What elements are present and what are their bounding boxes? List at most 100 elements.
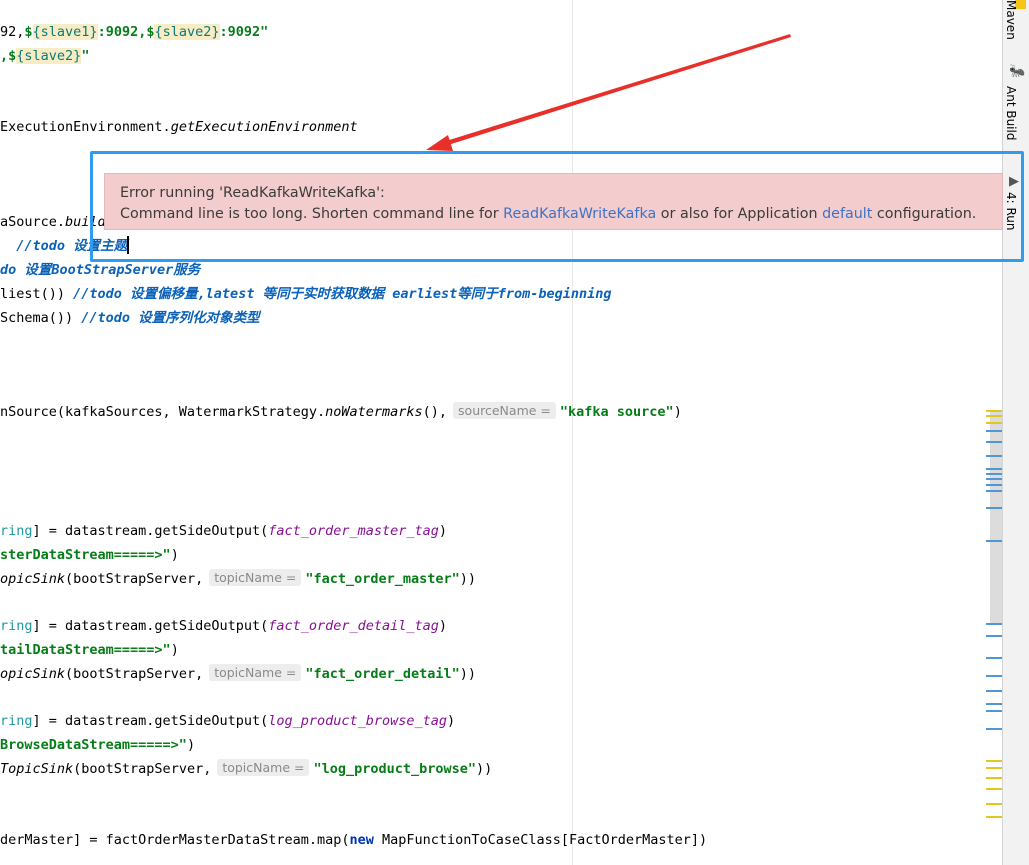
code-token: getExecutionEnvironment (170, 119, 358, 135)
code-token: (bootStrapServer, (65, 666, 204, 682)
code-token: aSource. (0, 214, 66, 230)
code-token: tailDataStream=====>" (0, 642, 171, 658)
tool-window-maven[interactable]: Maven (1004, 0, 1018, 40)
code-token: , (0, 48, 9, 64)
code-token: )) (459, 571, 477, 587)
change-stripe-mark[interactable] (986, 507, 1002, 509)
code-token: )) (476, 761, 493, 777)
parameter-name-hint: topicName = (209, 664, 302, 681)
code-line-browse-sink: TopicSink(bootStrapServer, topicName = "lo… (0, 759, 492, 779)
code-token: ) (673, 404, 682, 420)
change-stripe-mark[interactable] (986, 455, 1002, 457)
code-token: //todo 设置序列化对象类型 (81, 310, 260, 326)
code-token: new (349, 832, 374, 848)
warning-stripe-mark[interactable] (986, 410, 1002, 412)
change-stripe-mark[interactable] (986, 490, 1002, 492)
code-token: sterDataStream=====>" (0, 547, 171, 563)
code-line-set-bootstrap: do 设置BootStrapServer服务 (0, 260, 200, 280)
code-token: :9092, (97, 24, 147, 40)
code-line-execution-env: ExecutionEnvironment.getExecutionEnviron… (0, 117, 358, 137)
code-token: )) (459, 666, 477, 682)
code-token: ) (438, 618, 448, 634)
code-line-browse-print: BrowseDataStream=====>") (0, 735, 195, 755)
annotation-highlight-box (90, 151, 1024, 262)
code-token: ] = datastream.getSideOutput( (32, 618, 269, 634)
code-line-kafka-servers: 92,${slave1}:9092,${slave2}:9092" (0, 22, 268, 42)
code-line-set-offset: liest()) //todo 设置偏移量,latest 等同于实时获取数据 e… (0, 284, 612, 304)
code-token: :9092" (219, 24, 269, 40)
change-stripe-mark[interactable] (986, 690, 1002, 692)
code-token: ] = datastream.getSideOutput( (32, 713, 269, 729)
code-token: " (81, 48, 90, 64)
code-token: noWatermarks (325, 404, 423, 420)
code-token: do 设置BootStrapServer服务 (0, 262, 201, 278)
code-token: ring (0, 713, 33, 729)
code-token: (bootStrapServer, (65, 571, 204, 587)
warning-stripe-mark[interactable] (986, 803, 1002, 805)
code-token: ExecutionEnvironment. (0, 119, 171, 135)
code-token: "kafka source" (559, 404, 674, 420)
code-line-detail-print: tailDataStream=====>") (0, 640, 179, 660)
change-stripe-mark[interactable] (986, 728, 1002, 730)
code-line-master-sink: opicSink(bootStrapServer, topicName = "fac… (0, 569, 476, 589)
code-token: "fact_order_master" (305, 571, 460, 587)
code-line-map-case-class: derMaster] = factOrderMasterDataStream.m… (0, 830, 707, 850)
change-stripe-mark[interactable] (986, 703, 1002, 705)
ant-icon: 🐜 (1009, 64, 1026, 79)
code-token: nSource(kafkaSources, WatermarkStrategy. (0, 404, 326, 420)
code-token: (bootStrapServer, (73, 761, 212, 777)
tool-window-ant-build[interactable]: Ant Build (1004, 86, 1018, 140)
code-token: {slave2} (16, 48, 82, 64)
right-margin-guide (572, 0, 573, 865)
change-stripe-mark[interactable] (986, 441, 1002, 443)
code-line-master-print: sterDataStream=====>") (0, 545, 179, 565)
code-token: 92, (0, 24, 25, 40)
change-stripe-mark[interactable] (986, 623, 1002, 625)
code-token: BrowseDataStream=====>" (0, 737, 187, 753)
warning-stripe-mark[interactable] (986, 422, 1002, 424)
code-token: derMaster] = factOrderMasterDataStream.m… (0, 832, 350, 848)
code-line-browse-side-output: ring] = datastream.getSideOutput(log_pro… (0, 711, 455, 731)
code-line-from-source: nSource(kafkaSources, WatermarkStrategy.… (0, 402, 682, 422)
warning-stripe-mark[interactable] (986, 788, 1002, 790)
code-token: MapFunctionToCaseClass[FactOrderMaster]) (373, 832, 708, 848)
code-token: ) (186, 737, 196, 753)
warning-stripe-mark[interactable] (986, 415, 1002, 417)
code-line-detail-sink: opicSink(bootStrapServer, topicName = "fac… (0, 664, 476, 684)
parameter-name-hint: topicName = (217, 759, 310, 776)
code-token: (), (422, 404, 448, 420)
code-token: ) (170, 547, 179, 563)
warning-stripe-mark[interactable] (986, 816, 1002, 818)
change-stripe-mark[interactable] (986, 635, 1002, 637)
warning-stripe-mark[interactable] (986, 767, 1002, 769)
change-stripe-mark[interactable] (986, 468, 1002, 470)
code-token: opicSink (0, 571, 66, 587)
warning-stripe-mark[interactable] (986, 777, 1002, 779)
change-stripe-mark[interactable] (986, 484, 1002, 486)
change-stripe-mark[interactable] (986, 710, 1002, 712)
code-token: //todo 设置偏移量,latest 等同于实时获取数据 earliest等同… (73, 286, 612, 302)
code-token: ) (447, 713, 456, 729)
change-stripe-mark[interactable] (986, 540, 1002, 542)
code-token: fact_order_detail_tag (268, 618, 439, 634)
warning-stripe-mark[interactable] (986, 760, 1002, 762)
code-token: ] = datastream.getSideOutput( (32, 523, 269, 539)
change-stripe-mark[interactable] (986, 473, 1002, 475)
code-line-detail-side-output: ring] = datastream.getSideOutput(fact_or… (0, 616, 447, 636)
code-token: ring (0, 523, 33, 539)
change-stripe-mark[interactable] (986, 657, 1002, 659)
code-token: Schema()) (0, 310, 82, 326)
code-token: liest()) (0, 286, 74, 302)
change-stripe-mark[interactable] (986, 430, 1002, 432)
change-stripe-mark[interactable] (986, 478, 1002, 480)
code-token: log_product_browse_tag (268, 713, 448, 729)
code-token: {slave1} (32, 24, 98, 40)
code-token: TopicSink (0, 761, 74, 777)
code-editor[interactable]: 92,${slave1}:9092,${slave2}:9092" ,${slav… (0, 0, 1002, 865)
code-token: {slave2} (154, 24, 220, 40)
code-token: "fact_order_detail" (305, 666, 460, 682)
code-token: ) (170, 642, 179, 658)
code-line-zookeeper: ,${slave2}" (0, 46, 89, 66)
change-stripe-mark[interactable] (986, 675, 1002, 677)
